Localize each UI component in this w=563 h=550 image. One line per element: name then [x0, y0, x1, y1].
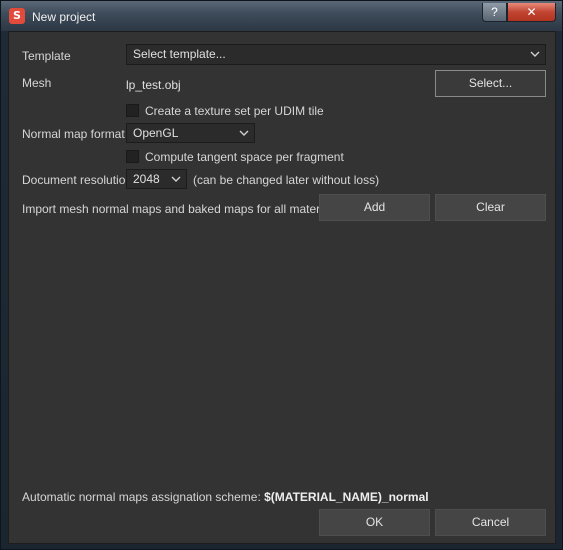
- import-maps-label: Import mesh normal maps and baked maps f…: [22, 202, 342, 216]
- add-button[interactable]: Add: [319, 194, 430, 221]
- tangent-space-checkbox[interactable]: [126, 150, 139, 163]
- template-dropdown-value: Select template...: [133, 47, 226, 61]
- chevron-down-icon: [171, 176, 181, 182]
- cancel-button[interactable]: Cancel: [435, 509, 546, 536]
- normal-map-format-value: OpenGL: [133, 126, 179, 140]
- udim-checkbox[interactable]: [126, 104, 139, 117]
- udim-checkbox-label[interactable]: Create a texture set per UDIM tile: [145, 104, 324, 118]
- close-button[interactable]: ✕: [507, 3, 556, 22]
- document-resolution-value: 2048: [133, 172, 160, 186]
- document-resolution-label: Document resolution: [22, 173, 133, 187]
- chevron-down-icon: [530, 51, 540, 57]
- template-dropdown[interactable]: Select template...: [126, 44, 546, 65]
- new-project-dialog: S New project ? ✕ Template Select templa…: [0, 0, 563, 550]
- mesh-label: Mesh: [22, 76, 52, 90]
- normal-map-format-label: Normal map format: [22, 127, 125, 141]
- normal-scheme-label: Automatic normal maps assignation scheme…: [22, 490, 429, 504]
- mesh-filename: lp_test.obj: [126, 78, 181, 92]
- document-resolution-dropdown[interactable]: 2048: [126, 169, 187, 189]
- select-mesh-button[interactable]: Select...: [435, 70, 546, 97]
- chevron-down-icon: [239, 130, 249, 136]
- help-button[interactable]: ?: [482, 3, 507, 22]
- app-logo-icon: S: [9, 8, 25, 24]
- scheme-label-text: Automatic normal maps assignation scheme…: [22, 490, 261, 504]
- window-title: New project: [32, 10, 96, 24]
- title-bar[interactable]: S New project ? ✕: [1, 1, 562, 31]
- dialog-body: Template Select template... Mesh lp_test…: [8, 31, 556, 544]
- ok-button[interactable]: OK: [319, 509, 430, 536]
- normal-map-format-dropdown[interactable]: OpenGL: [126, 123, 255, 143]
- template-label: Template: [22, 49, 71, 63]
- resolution-note: (can be changed later without loss): [193, 173, 380, 187]
- clear-button[interactable]: Clear: [435, 194, 546, 221]
- scheme-value: $(MATERIAL_NAME)_normal: [264, 490, 429, 504]
- tangent-space-checkbox-label[interactable]: Compute tangent space per fragment: [145, 150, 344, 164]
